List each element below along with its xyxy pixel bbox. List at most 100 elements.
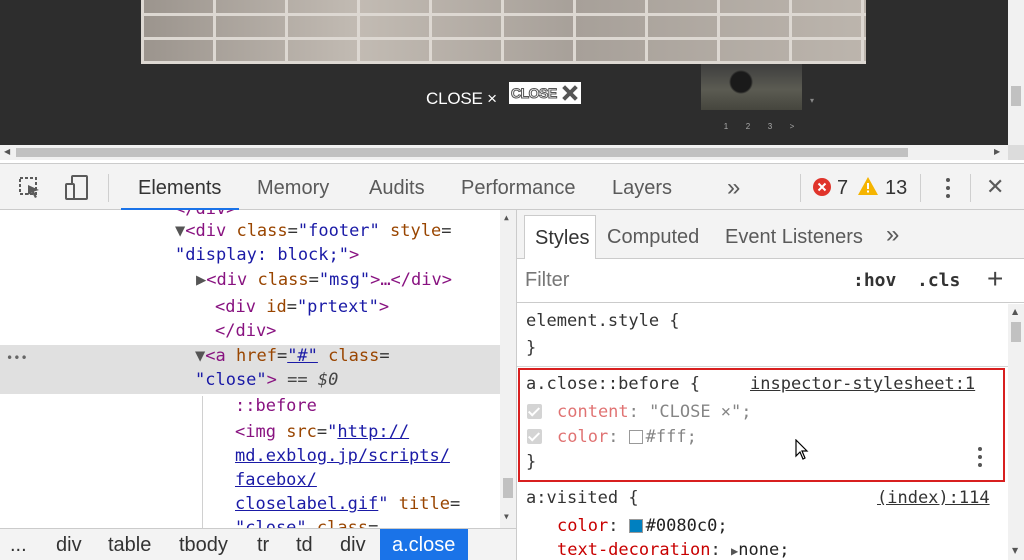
- tab-event-listeners[interactable]: Event Listeners: [725, 226, 863, 249]
- breadcrumb-item[interactable]: table: [108, 534, 151, 557]
- hover-state-toggle[interactable]: :hov: [853, 270, 896, 291]
- property-checkbox[interactable]: [527, 429, 542, 444]
- tab-performance[interactable]: Performance: [461, 177, 576, 200]
- property-value: "CLOSE ×";: [649, 402, 752, 422]
- breadcrumb-item-active[interactable]: a.close: [380, 529, 468, 560]
- rule-menu-icon[interactable]: [978, 447, 982, 467]
- scroll-down-icon[interactable]: ▼: [1012, 547, 1018, 555]
- tab-styles[interactable]: Styles: [524, 215, 596, 259]
- color-swatch[interactable]: [628, 519, 643, 533]
- rule-selector[interactable]: a.close::before {: [526, 372, 700, 396]
- elements-scrollbar[interactable]: ▲ ▼: [500, 210, 516, 528]
- preview-vertical-scrollbar[interactable]: [1008, 0, 1024, 145]
- src-link[interactable]: md.exblog.jp/scripts/: [235, 446, 450, 466]
- property-value: #0080c0;: [645, 516, 728, 536]
- tree-line[interactable]: facebox/: [235, 468, 317, 492]
- scrollbar-thumb[interactable]: [1011, 86, 1021, 106]
- tree-line[interactable]: </div>: [215, 319, 276, 343]
- thumbnail-image[interactable]: [701, 64, 802, 110]
- tab-computed[interactable]: Computed: [607, 226, 699, 249]
- close-text-link[interactable]: CLOSE ×: [426, 89, 497, 109]
- preview-horizontal-scrollbar[interactable]: ◀ ▶: [0, 145, 1008, 160]
- breadcrumb-item[interactable]: tbody: [179, 534, 228, 557]
- close-tag: </div>: [175, 210, 236, 219]
- scrollbar-thumb[interactable]: [16, 148, 908, 157]
- rule-source-link[interactable]: (index):114: [877, 486, 990, 510]
- property-checkbox[interactable]: [527, 404, 542, 419]
- close-label-image[interactable]: CLOSE: [509, 82, 581, 104]
- pager-item[interactable]: 1: [718, 122, 734, 131]
- scroll-down-icon[interactable]: ▼: [504, 513, 509, 521]
- warning-icon[interactable]: [858, 177, 878, 195]
- tree-line[interactable]: md.exblog.jp/scripts/: [235, 444, 450, 468]
- scroll-up-icon[interactable]: ▲: [1012, 308, 1018, 316]
- error-count[interactable]: 7: [837, 177, 848, 200]
- tab-elements[interactable]: Elements: [138, 177, 221, 200]
- styles-scrollbar[interactable]: ▲ ▼: [1008, 304, 1024, 560]
- brick-background-image: [141, 0, 866, 64]
- tree-line[interactable]: <img src="http://: [235, 420, 409, 444]
- tab-audits[interactable]: Audits: [369, 177, 425, 200]
- src-link[interactable]: closelabel.gif: [235, 494, 378, 514]
- color-swatch[interactable]: [628, 430, 643, 444]
- error-icon[interactable]: [813, 178, 831, 196]
- close-devtools-icon[interactable]: ✕: [986, 174, 1004, 200]
- scrollbar-thumb[interactable]: [503, 478, 513, 498]
- customize-menu-icon[interactable]: [946, 178, 950, 198]
- tree-line[interactable]: ▼<div class="footer" style=: [175, 219, 451, 243]
- tree-line[interactable]: <div id="prtext">: [215, 295, 389, 319]
- rule-selector[interactable]: a:visited {: [526, 486, 639, 510]
- collapse-triangle-icon[interactable]: ▼: [175, 221, 185, 241]
- attr-value-link[interactable]: "#": [287, 346, 318, 366]
- src-link[interactable]: facebox/: [235, 470, 317, 490]
- toolbar-divider: [920, 174, 921, 202]
- property-name: color: [557, 516, 609, 536]
- tree-line-selected[interactable]: ▼<a href="#" class=: [195, 344, 390, 368]
- breadcrumb-more[interactable]: ...: [10, 534, 27, 557]
- tree-line[interactable]: "close" class=: [235, 516, 378, 528]
- attr-value: "display: block;": [175, 245, 349, 265]
- tag-name: <a: [205, 346, 226, 366]
- style-property[interactable]: content: "CLOSE ×";: [557, 400, 752, 424]
- collapse-triangle-icon[interactable]: ▼: [195, 346, 205, 366]
- styles-rules: element.style { } a.close::before { insp…: [517, 304, 1008, 560]
- tab-memory[interactable]: Memory: [257, 177, 329, 200]
- style-property[interactable]: color: #0080c0;: [557, 514, 728, 538]
- scrollbar-thumb[interactable]: [1011, 322, 1021, 342]
- tree-line[interactable]: closelabel.gif" title=: [235, 492, 460, 516]
- class-toggle[interactable]: .cls: [917, 270, 960, 291]
- page-preview: CLOSE × CLOSE ▾ 1 2 3 > ◀ ▶: [0, 0, 1024, 160]
- tab-layers[interactable]: Layers: [612, 177, 672, 200]
- style-property[interactable]: text-decoration: ▶none;: [557, 538, 789, 560]
- breadcrumb-item[interactable]: div: [340, 534, 366, 557]
- warning-count[interactable]: 13: [885, 177, 907, 200]
- scroll-left-icon[interactable]: ◀: [4, 148, 10, 156]
- toolbar-divider: [108, 174, 109, 202]
- scroll-up-icon[interactable]: ▲: [504, 214, 509, 222]
- src-link[interactable]: http://: [337, 422, 409, 442]
- new-rule-icon[interactable]: +: [987, 263, 1003, 295]
- pager-item[interactable]: >: [784, 122, 800, 131]
- tree-line[interactable]: "display: block;">: [175, 243, 359, 267]
- breadcrumb-item[interactable]: tr: [257, 534, 269, 557]
- breadcrumb-item[interactable]: td: [296, 534, 313, 557]
- rule-source-link[interactable]: inspector-stylesheet:1: [750, 372, 975, 396]
- more-tabs-icon[interactable]: »: [727, 174, 740, 202]
- more-tabs-icon[interactable]: »: [886, 221, 899, 249]
- styles-filter-input[interactable]: [525, 269, 825, 292]
- attr-name: class: [328, 346, 380, 366]
- tree-line-selected[interactable]: "close"> == $0: [195, 368, 338, 392]
- indent-guide: [202, 396, 203, 528]
- expand-triangle-icon[interactable]: ▶: [196, 270, 206, 290]
- tree-line[interactable]: ::before: [235, 394, 317, 418]
- tree-line[interactable]: ▶<div class="msg">…</div>: [196, 268, 452, 292]
- rule-selector[interactable]: element.style {: [526, 309, 680, 333]
- pager-item[interactable]: 2: [740, 122, 756, 131]
- style-property[interactable]: color: #fff;: [557, 425, 697, 449]
- inspect-element-icon[interactable]: [18, 176, 42, 200]
- pager-item[interactable]: 3: [762, 122, 778, 131]
- scroll-right-icon[interactable]: ▶: [994, 148, 1000, 156]
- device-toolbar-icon[interactable]: [63, 174, 91, 202]
- node-actions-icon[interactable]: •••: [6, 346, 28, 370]
- breadcrumb-item[interactable]: div: [56, 534, 82, 557]
